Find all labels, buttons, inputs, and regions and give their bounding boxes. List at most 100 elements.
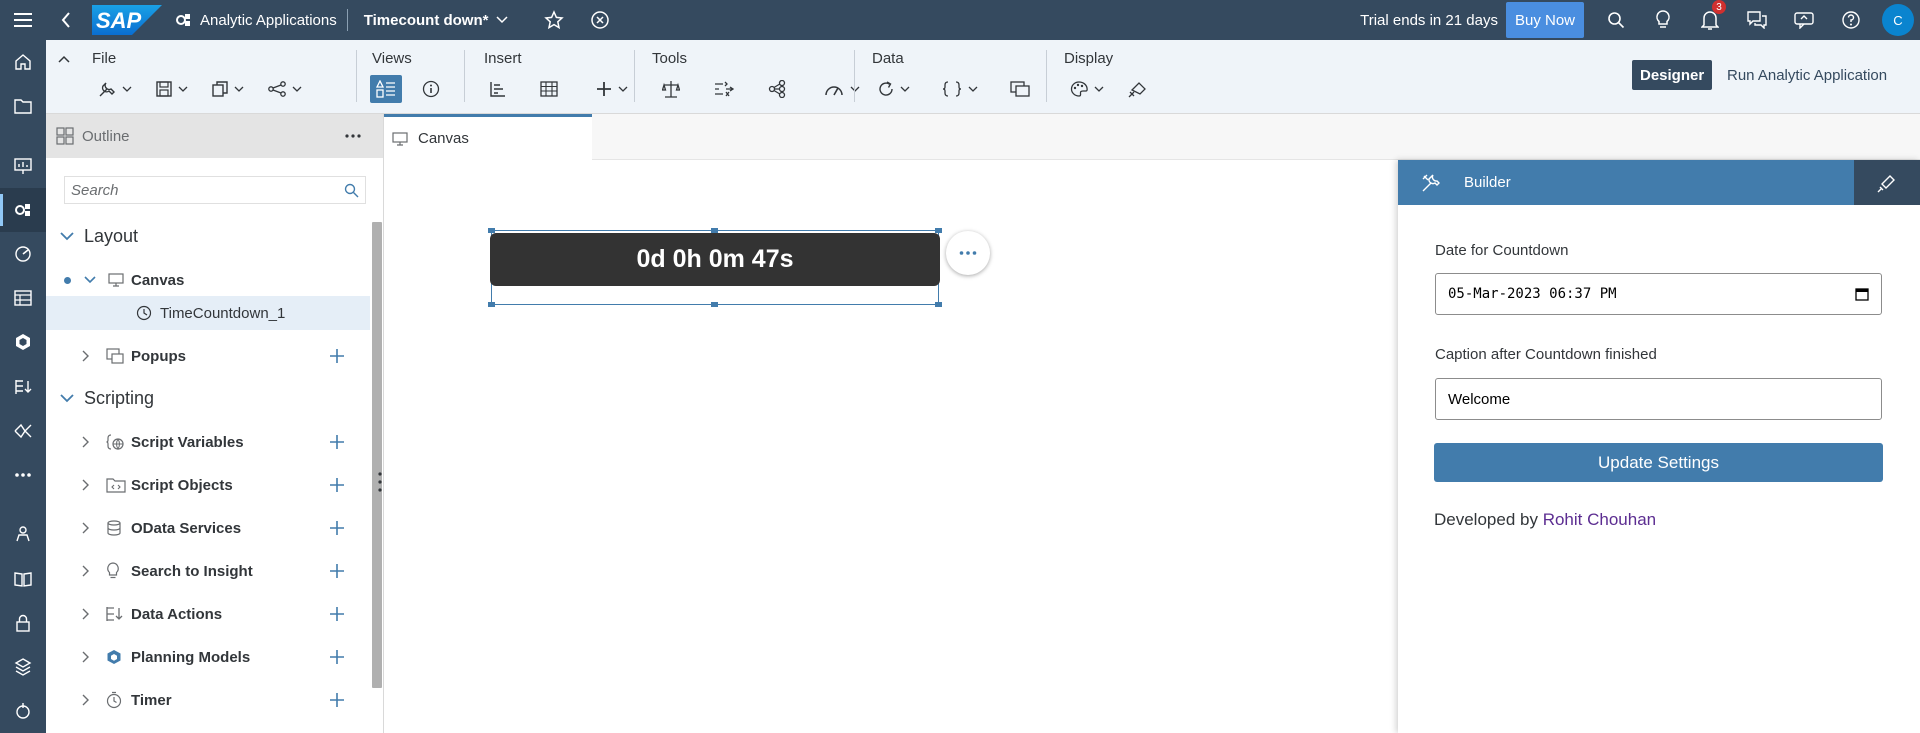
refresh-button[interactable] (872, 75, 916, 103)
resize-handle[interactable] (488, 302, 495, 307)
resize-handle[interactable] (378, 470, 382, 494)
input-controls-button[interactable] (708, 75, 740, 103)
home-icon[interactable] (0, 40, 46, 84)
tree-item-timer[interactable]: Timer (46, 683, 370, 717)
chevron-right-icon[interactable] (82, 350, 90, 362)
chevron-right-icon[interactable] (82, 694, 90, 706)
resize-handle[interactable] (935, 228, 942, 233)
scripting-section-header[interactable]: Scripting (60, 388, 154, 409)
outline-search-input[interactable]: Search (64, 176, 366, 204)
performance-gauge-button[interactable] (818, 75, 866, 103)
user-avatar[interactable]: C (1882, 4, 1914, 36)
system-icon[interactable] (0, 645, 46, 689)
linked-analysis-button[interactable] (1004, 75, 1036, 103)
data-actions-icon[interactable] (0, 364, 46, 408)
time-countdown-widget[interactable]: 0d 0h 0m 47s (490, 233, 940, 286)
chevron-right-icon[interactable] (82, 608, 90, 620)
discussions-icon[interactable] (1733, 0, 1780, 40)
resize-handle[interactable] (711, 302, 718, 307)
add-search-to-insight-icon[interactable] (330, 564, 344, 578)
security-lock-icon[interactable] (0, 601, 46, 645)
connections-icon[interactable] (0, 409, 46, 453)
more-icon[interactable] (0, 453, 46, 497)
analytic-applications-icon[interactable] (0, 187, 46, 232)
styling-brush-icon[interactable] (1854, 160, 1920, 205)
favorite-star-icon[interactable] (536, 0, 572, 40)
info-icon[interactable] (416, 75, 446, 103)
document-title[interactable]: Timecount down * (364, 12, 509, 29)
tree-item-time-countdown[interactable]: TimeCountdown_1 (46, 296, 370, 330)
chevron-right-icon[interactable] (82, 522, 90, 534)
add-script-variable-icon[interactable] (330, 435, 344, 449)
chevron-right-icon[interactable] (82, 565, 90, 577)
insert-chart-button[interactable] (484, 75, 512, 103)
menu-icon[interactable] (0, 0, 46, 40)
layout-section-header[interactable]: Layout (60, 226, 138, 247)
chevron-right-icon[interactable] (82, 651, 90, 663)
tree-item-script-objects[interactable]: Script Objects (46, 468, 370, 502)
widget-more-options-button[interactable] (946, 231, 990, 275)
resize-handle[interactable] (488, 228, 495, 233)
caption-after-countdown-input[interactable]: Welcome (1435, 378, 1882, 420)
tree-item-data-actions[interactable]: Data Actions (46, 597, 370, 631)
tree-item-canvas[interactable]: Canvas (46, 263, 370, 297)
resize-handle[interactable] (711, 228, 718, 233)
datasets-icon[interactable] (0, 276, 46, 320)
catalog-icon[interactable] (0, 556, 46, 600)
save-button[interactable] (150, 75, 194, 103)
add-script-object-icon[interactable] (330, 478, 344, 492)
designer-button[interactable]: Designer (1632, 60, 1713, 90)
add-timer-icon[interactable] (330, 693, 344, 707)
tree-item-popups[interactable]: Popups (46, 339, 370, 373)
stories-icon[interactable] (0, 144, 46, 188)
tab-canvas[interactable]: Canvas (384, 114, 592, 160)
formula-braces-button[interactable] (936, 75, 984, 103)
search-icon[interactable] (344, 183, 359, 198)
more-options-icon[interactable] (345, 134, 361, 138)
users-icon[interactable] (0, 512, 46, 556)
date-for-countdown-input[interactable]: 05-Mar-2023 06:37 PM (1435, 273, 1882, 315)
add-odata-service-icon[interactable] (330, 521, 344, 535)
builder-tools-icon[interactable] (1398, 173, 1464, 193)
calendar-icon[interactable] (1855, 287, 1869, 301)
search-icon[interactable] (1592, 0, 1639, 40)
theme-palette-button[interactable] (1064, 75, 1110, 103)
run-analytic-application-button[interactable]: Run Analytic Application (1727, 60, 1887, 90)
css-styling-button[interactable] (1122, 75, 1154, 103)
buy-now-button[interactable]: Buy Now (1505, 2, 1584, 38)
copy-button[interactable] (206, 75, 250, 103)
app-name[interactable]: Analytic Applications (174, 11, 337, 29)
chevron-down-icon[interactable] (84, 276, 96, 284)
deployment-icon[interactable] (0, 689, 46, 733)
collapse-toolbar-icon[interactable] (58, 50, 70, 66)
add-data-action-icon[interactable] (330, 607, 344, 621)
outline-scrollbar[interactable] (372, 222, 382, 688)
lightbulb-icon[interactable] (1639, 0, 1686, 40)
insert-widget-button[interactable] (590, 75, 634, 103)
resize-handle[interactable] (935, 302, 942, 307)
update-settings-button[interactable]: Update Settings (1434, 443, 1883, 482)
notifications-bell-icon[interactable]: 3 (1686, 0, 1733, 40)
edit-tools-button[interactable] (92, 75, 138, 103)
modeler-icon[interactable] (0, 320, 46, 364)
back-icon[interactable] (46, 0, 86, 40)
help-icon[interactable] (1827, 0, 1874, 40)
canvas-area[interactable]: 0d 0h 0m 47s (384, 160, 1398, 733)
share-button[interactable] (262, 75, 308, 103)
chevron-right-icon[interactable] (82, 479, 90, 491)
digital-boardroom-icon[interactable] (0, 232, 46, 276)
conditional-formatting-button[interactable] (656, 75, 686, 103)
insert-table-button[interactable] (534, 75, 564, 103)
close-circle-icon[interactable] (582, 0, 618, 40)
folder-icon[interactable] (0, 84, 46, 128)
tree-item-script-variables[interactable]: Script Variables (46, 425, 370, 459)
feedback-icon[interactable] (1780, 0, 1827, 40)
tree-item-odata-services[interactable]: OData Services (46, 511, 370, 545)
hierarchy-button[interactable] (762, 75, 792, 103)
add-planning-model-icon[interactable] (330, 650, 344, 664)
add-popup-icon[interactable] (330, 349, 344, 363)
chevron-right-icon[interactable] (82, 436, 90, 448)
outline-view-button[interactable] (370, 75, 402, 103)
developer-link[interactable]: Rohit Chouhan (1543, 510, 1656, 529)
tree-item-search-to-insight[interactable]: Search to Insight (46, 554, 370, 588)
